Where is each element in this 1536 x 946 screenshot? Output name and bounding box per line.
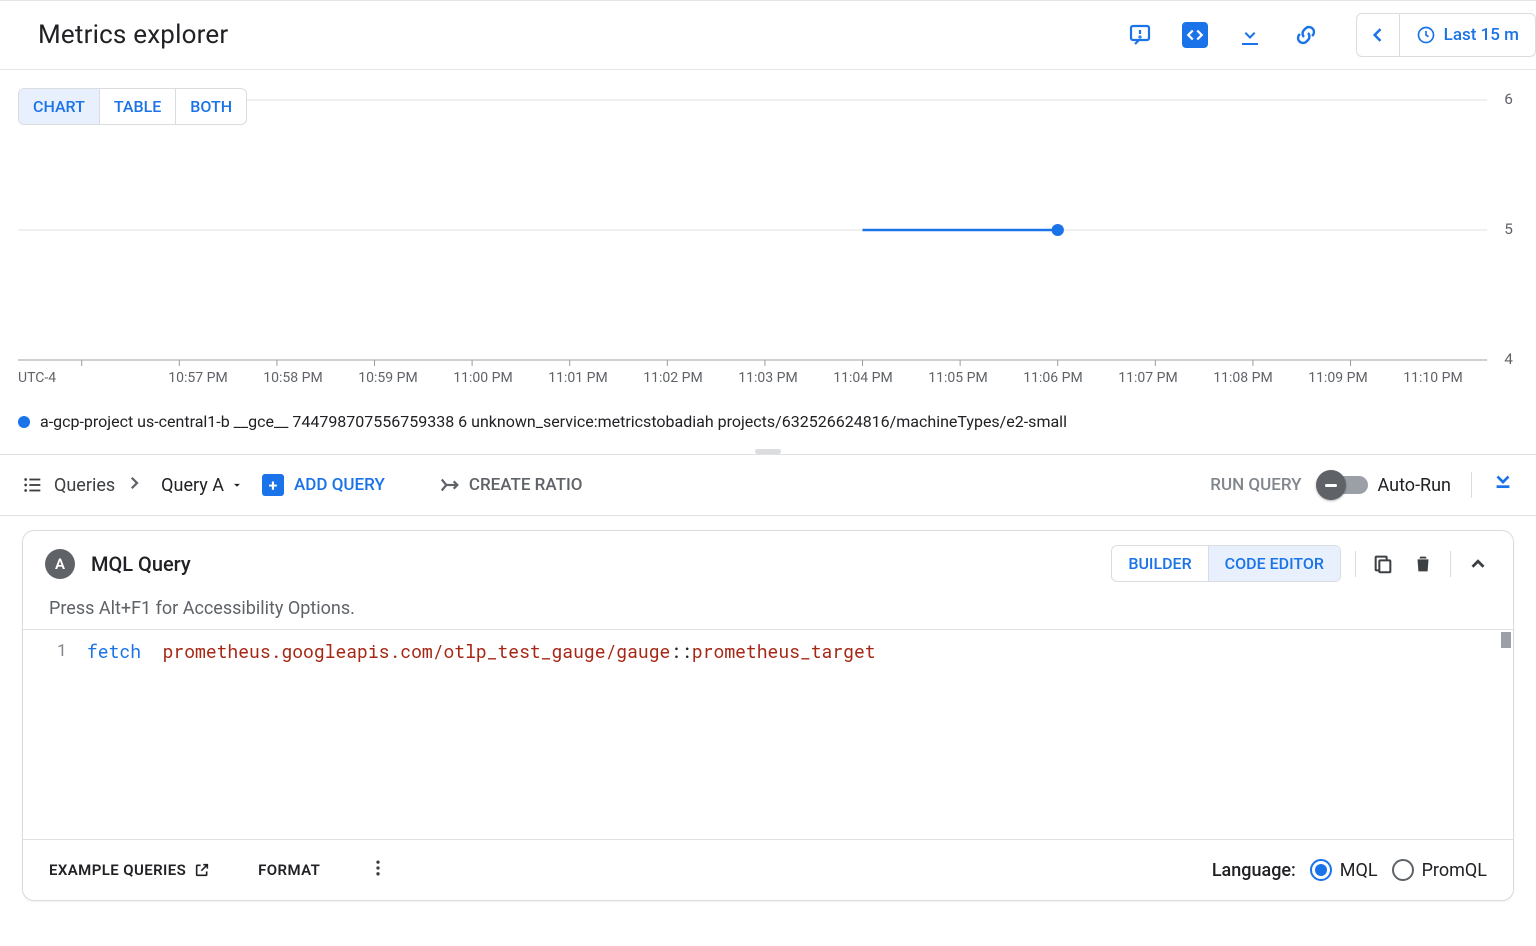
x-tick: 10:57 PM	[168, 370, 227, 386]
delete-icon[interactable]	[1410, 551, 1436, 577]
x-tick: 11:02 PM	[643, 370, 702, 386]
editor-gutter: 1	[23, 630, 79, 839]
add-query-button[interactable]: + ADD QUERY	[262, 474, 385, 496]
x-tick: 11:04 PM	[833, 370, 892, 386]
query-card-title: MQL Query	[91, 552, 191, 576]
accessibility-hint: Press Alt+F1 for Accessibility Options.	[23, 590, 1513, 629]
tab-table[interactable]: TABLE	[100, 89, 176, 124]
download-icon[interactable]	[1236, 21, 1264, 49]
feedback-icon[interactable]	[1126, 21, 1154, 49]
page-title: Metrics explorer	[38, 20, 228, 50]
legend-text: a-gcp-project us-central1-b __gce__ 7447…	[40, 412, 1067, 431]
scroll-marker	[1501, 632, 1511, 648]
query-badge: A	[45, 549, 75, 579]
chart-x-axis: UTC-4 10:57 PM 10:58 PM 10:59 PM 11:00 P…	[18, 370, 1518, 410]
autorun-toggle-wrap: Auto-Run	[1322, 475, 1451, 496]
legend-dot-icon	[18, 416, 30, 428]
code-area[interactable]: fetch prometheus.googleapis.com/otlp_tes…	[79, 630, 1513, 839]
query-select-label: Query A	[161, 475, 224, 496]
query-card-footer: EXAMPLE QUERIES FORMAT Language: MQL Pro…	[23, 839, 1513, 900]
x-tick: 10:58 PM	[263, 370, 322, 386]
link-icon[interactable]	[1292, 21, 1320, 49]
x-tick: 11:05 PM	[928, 370, 987, 386]
top-bar: Metrics explorer	[0, 0, 1536, 70]
builder-tab[interactable]: BUILDER	[1112, 546, 1208, 581]
time-prev-button[interactable]	[1356, 13, 1400, 57]
queries-button[interactable]: Queries	[22, 474, 143, 497]
query-card-header: A MQL Query BUILDER CODE EDITOR	[23, 531, 1513, 590]
code-editor[interactable]: 1 fetch prometheus.googleapis.com/otlp_t…	[23, 629, 1513, 839]
autorun-label: Auto-Run	[1378, 475, 1451, 496]
tab-both[interactable]: BOTH	[176, 89, 246, 124]
query-toolbar: Queries Query A + ADD QUERY CREATE RATIO…	[0, 454, 1536, 516]
x-tick: 11:03 PM	[738, 370, 797, 386]
x-tick: 11:07 PM	[1118, 370, 1177, 386]
time-range-label: Last 15 m	[1444, 25, 1519, 45]
tab-chart[interactable]: CHART	[19, 89, 100, 124]
format-button[interactable]: FORMAT	[258, 861, 320, 879]
svg-text:5: 5	[1504, 220, 1513, 238]
chevron-up-icon[interactable]	[1465, 551, 1491, 577]
x-tick: 11:01 PM	[548, 370, 607, 386]
language-radio-mql[interactable]: MQL	[1310, 859, 1378, 881]
code-editor-tab[interactable]: CODE EDITOR	[1209, 546, 1340, 581]
collapse-panel-button[interactable]	[1492, 472, 1514, 498]
editor-mode-segment: BUILDER CODE EDITOR	[1111, 545, 1341, 582]
language-radio-promql[interactable]: PromQL	[1392, 859, 1487, 881]
line-number: 1	[23, 638, 67, 661]
chart-legend[interactable]: a-gcp-project us-central1-b __gce__ 7447…	[18, 410, 1518, 443]
chart-region: CHART TABLE BOTH 6 5 4	[0, 70, 1536, 454]
example-queries-button[interactable]: EXAMPLE QUERIES	[49, 861, 210, 879]
chevron-right-icon	[125, 474, 143, 497]
panel-resize-handle[interactable]	[755, 449, 781, 454]
x-tick: 11:10 PM	[1403, 370, 1462, 386]
svg-text:6: 6	[1504, 90, 1513, 108]
divider	[1450, 551, 1451, 577]
chart-tz-label: UTC-4	[18, 370, 56, 386]
queries-label: Queries	[54, 475, 115, 496]
more-icon[interactable]	[368, 858, 388, 882]
x-tick: 11:09 PM	[1308, 370, 1367, 386]
divider	[1471, 472, 1472, 498]
language-label: Language:	[1212, 860, 1296, 881]
query-card: A MQL Query BUILDER CODE EDITOR	[22, 530, 1514, 901]
view-tabs: CHART TABLE BOTH	[18, 88, 247, 125]
top-actions: Last 15 m	[1126, 13, 1536, 57]
code-icon[interactable]	[1182, 22, 1208, 48]
external-link-icon	[194, 862, 210, 878]
autorun-toggle[interactable]	[1322, 476, 1368, 494]
divider	[1355, 551, 1356, 577]
copy-icon[interactable]	[1370, 551, 1396, 577]
x-tick: 10:59 PM	[358, 370, 417, 386]
add-query-label: ADD QUERY	[294, 475, 385, 495]
time-picker: Last 15 m	[1356, 13, 1536, 57]
x-tick: 11:08 PM	[1213, 370, 1272, 386]
create-ratio-button[interactable]: CREATE RATIO	[439, 474, 583, 496]
query-select-dropdown[interactable]: Query A	[161, 475, 244, 496]
x-tick: 11:06 PM	[1023, 370, 1082, 386]
plus-icon: +	[262, 474, 284, 496]
create-ratio-label: CREATE RATIO	[469, 475, 583, 495]
time-range-button[interactable]: Last 15 m	[1400, 13, 1536, 57]
code-line: fetch prometheus.googleapis.com/otlp_tes…	[87, 638, 1501, 664]
svg-text:4: 4	[1504, 350, 1513, 368]
x-tick: 11:00 PM	[453, 370, 512, 386]
run-query-button[interactable]: RUN QUERY	[1210, 475, 1301, 495]
